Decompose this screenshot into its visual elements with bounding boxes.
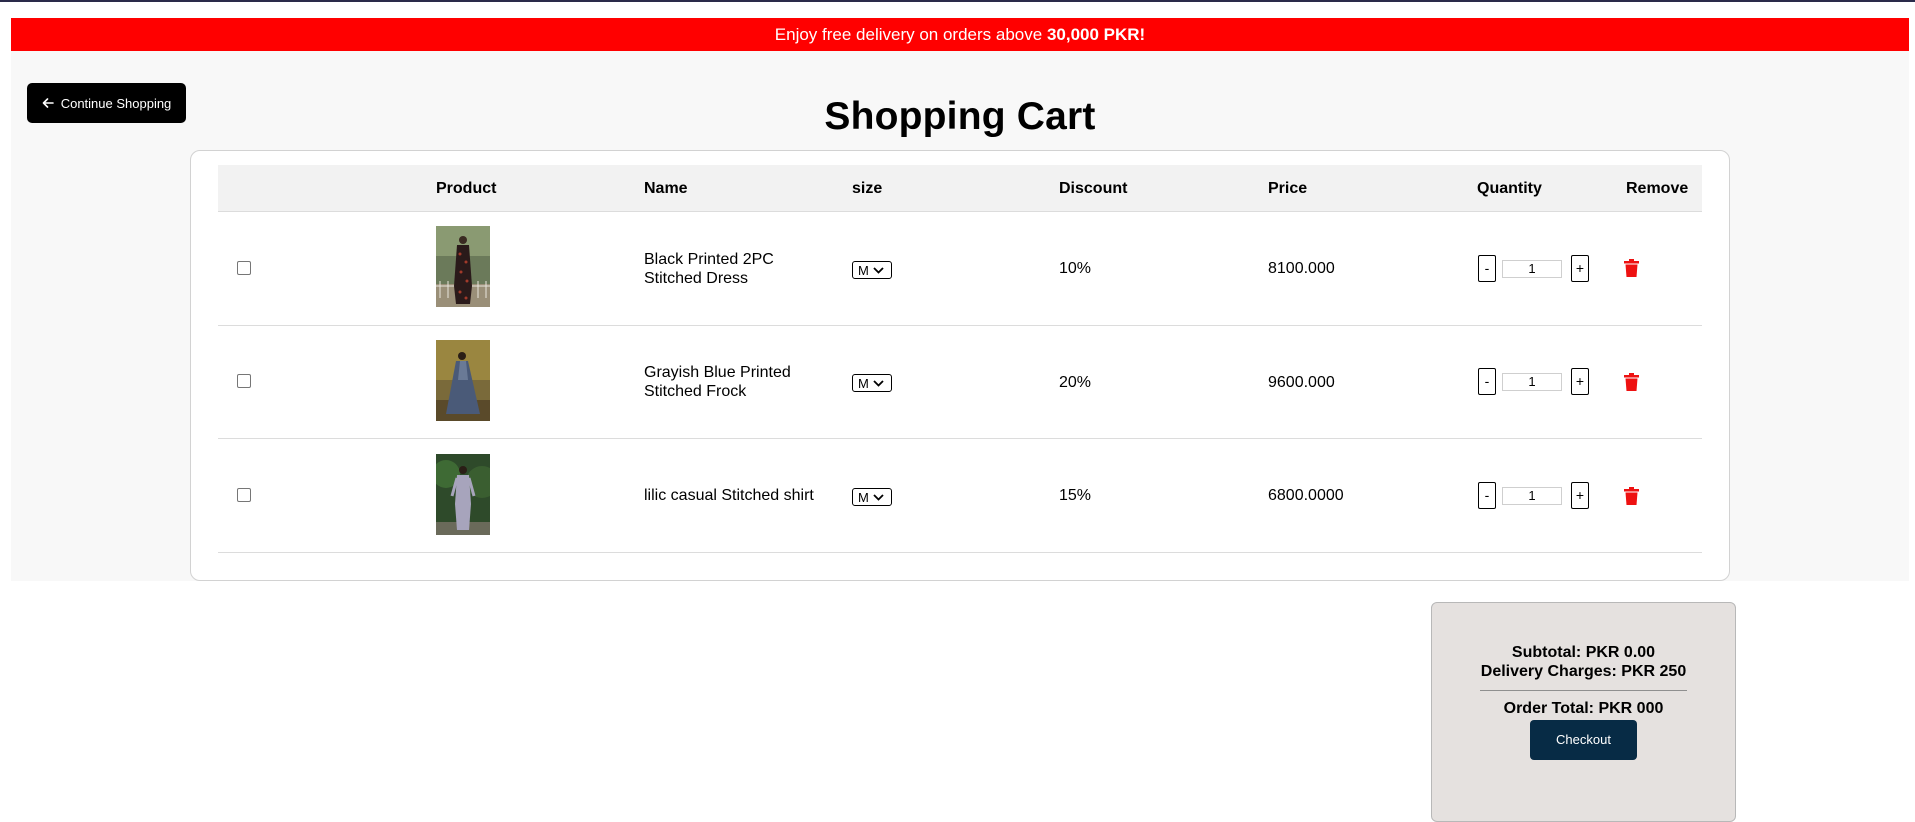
cart-table-card (190, 150, 1730, 581)
header-product: Product (436, 180, 497, 197)
delivery-charges-text: Delivery Charges: PKR 250 (1480, 663, 1687, 680)
product-name: lilic casual Stitched shirt (644, 487, 814, 504)
discount-value: 15% (1059, 487, 1092, 504)
promo-banner: Enjoy free delivery on orders above 30,0… (11, 18, 1909, 51)
row-select-checkbox[interactable] (237, 261, 251, 275)
quantity-increase-button[interactable]: + (1571, 368, 1589, 395)
row-select-checkbox[interactable] (237, 488, 251, 502)
chevron-down-icon (873, 379, 884, 387)
chevron-down-icon (873, 266, 884, 274)
discount-value: 20% (1059, 374, 1092, 391)
quantity-decrease-button[interactable]: - (1478, 255, 1496, 282)
product-image (436, 454, 490, 535)
checkout-button[interactable]: Checkout (1530, 720, 1637, 760)
product-image (436, 340, 490, 421)
quantity-input[interactable]: 1 (1502, 373, 1562, 391)
size-value: M (858, 375, 869, 391)
header-remove: Remove (1626, 180, 1689, 197)
discount-value: 10% (1059, 260, 1092, 277)
size-value: M (858, 262, 869, 278)
price-value: 9600.000 (1268, 374, 1335, 391)
quantity-increase-button[interactable]: + (1571, 482, 1589, 509)
trash-icon[interactable] (1624, 373, 1639, 391)
size-select[interactable]: M (852, 488, 892, 506)
header-discount: Discount (1059, 180, 1128, 197)
product-name: Grayish Blue Printed Stitched Frock (644, 364, 791, 400)
order-total-text: Order Total: PKR 000 (1503, 700, 1664, 717)
row-divider (218, 438, 1702, 439)
price-value: 6800.0000 (1268, 487, 1344, 504)
subtotal-text: Subtotal: PKR 0.00 (1511, 644, 1656, 661)
size-value: M (858, 489, 869, 505)
quantity-decrease-button[interactable]: - (1478, 482, 1496, 509)
header-quantity: Quantity (1477, 180, 1542, 197)
promo-highlight: 30,000 PKR! (1046, 25, 1146, 44)
quantity-decrease-button[interactable]: - (1478, 368, 1496, 395)
chevron-down-icon (873, 493, 884, 501)
trash-icon[interactable] (1624, 259, 1639, 277)
header-size: size (852, 180, 883, 197)
price-value: 8100.000 (1268, 260, 1335, 277)
product-image (436, 226, 490, 307)
top-border (0, 0, 1915, 2)
row-divider (218, 325, 1702, 326)
promo-text: Enjoy free delivery on orders above (774, 25, 1047, 44)
quantity-input[interactable]: 1 (1502, 487, 1562, 505)
row-select-checkbox[interactable] (237, 374, 251, 388)
row-divider (218, 552, 1702, 553)
size-select[interactable]: M (852, 261, 892, 279)
page-title: Shopping Cart (824, 95, 1096, 138)
header-name: Name (644, 180, 688, 197)
quantity-increase-button[interactable]: + (1571, 255, 1589, 282)
summary-divider (1480, 690, 1687, 691)
header-price: Price (1268, 180, 1308, 197)
order-summary: Subtotal: PKR 0.00 Delivery Charges: PKR… (1431, 602, 1736, 822)
product-name: Black Printed 2PC Stitched Dress (644, 251, 774, 287)
trash-icon[interactable] (1624, 487, 1639, 505)
size-select[interactable]: M (852, 374, 892, 392)
quantity-input[interactable]: 1 (1502, 260, 1562, 278)
